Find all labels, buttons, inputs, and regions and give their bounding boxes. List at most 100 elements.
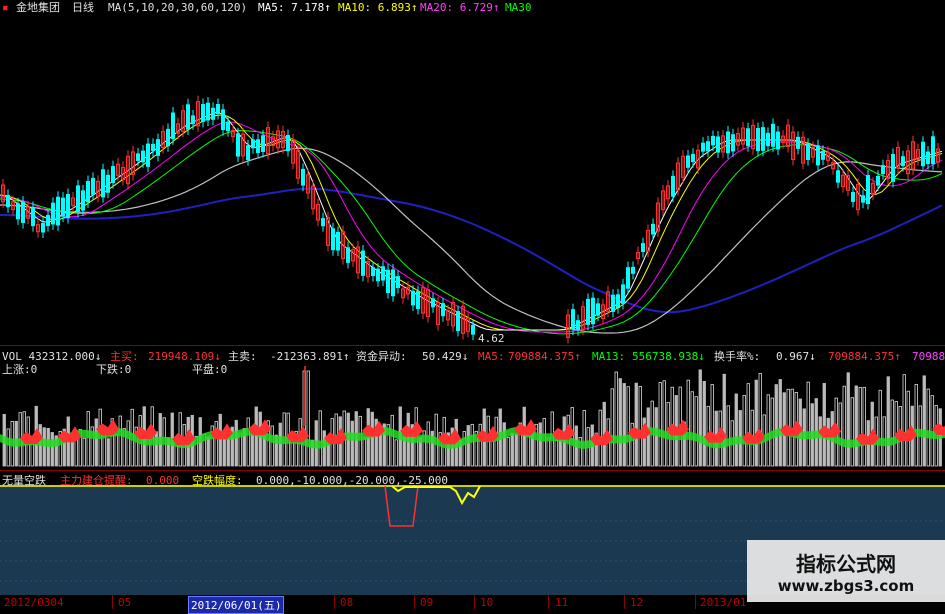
candle-body <box>16 203 20 220</box>
volume-bar <box>542 418 546 467</box>
volume-bar <box>206 436 210 467</box>
volume-bar <box>554 439 558 467</box>
axis-tick <box>112 595 113 609</box>
candle-body <box>226 121 230 132</box>
volume-bar <box>118 415 122 467</box>
candle-body <box>186 104 190 130</box>
volume-bar <box>842 385 846 467</box>
volume-bar <box>246 417 250 467</box>
date-label: 08 <box>340 596 354 609</box>
low-price-marker: 4.62 <box>478 332 505 345</box>
candle-body <box>596 303 600 316</box>
volume-bar <box>646 407 650 467</box>
volume-bar <box>818 416 822 467</box>
drop-range-label: 空跌幅度: <box>192 474 243 487</box>
date-label: 10 <box>480 596 494 609</box>
volume-bar <box>850 397 854 467</box>
volume-bar <box>766 394 770 467</box>
candle-body <box>21 201 25 223</box>
ma10-readout: MA10: 6.893↑ <box>338 1 418 14</box>
volume-bar <box>610 388 614 467</box>
main-force-value: 0.000 <box>146 474 180 487</box>
axis-tick <box>334 595 335 609</box>
vol-ma5-value: 709884.375↑ <box>508 350 581 363</box>
up-count: 上涨:0 <box>2 363 38 376</box>
buy-signal-mark <box>400 420 423 437</box>
volume-bar <box>42 427 46 467</box>
candle-body <box>56 196 60 226</box>
indicator-title: 无量空跌 <box>2 474 46 487</box>
vol-ma13-label: MA13: <box>592 350 626 363</box>
price-chart-panel[interactable]: ▪ 金地集团 日线 MA(5,10,20,30,60,120) MA5: 7.1… <box>0 0 945 345</box>
candle-body <box>616 294 620 309</box>
candle-body <box>391 269 395 297</box>
ma30-readout: MA30 <box>505 1 532 14</box>
volume-bar <box>846 372 850 467</box>
candle-body <box>881 165 885 175</box>
candle-body <box>286 134 290 152</box>
vol-ma13-value: 556738.938↓ <box>632 350 705 363</box>
ma60-line <box>0 147 943 334</box>
candle-body <box>86 180 90 203</box>
zhumaic-value: -212363.891↑ <box>270 350 350 363</box>
candle-body <box>166 128 170 147</box>
candle-body <box>211 107 215 120</box>
volume-bar <box>466 425 470 467</box>
turnover-value: 0.967↓ <box>776 350 816 363</box>
candle-body <box>206 102 210 121</box>
candle-body <box>346 247 350 263</box>
volume-bar <box>758 372 762 467</box>
candle-body <box>151 143 155 152</box>
candle-body <box>336 231 340 251</box>
candle-body <box>146 143 150 167</box>
candle-body <box>671 175 675 197</box>
candle-body <box>456 311 460 332</box>
volume-panel[interactable]: VOL 432312.000↓ 主买: 219948.109↓ 主卖: -212… <box>0 346 945 470</box>
volume-bar <box>922 375 926 467</box>
candle-body <box>576 320 580 331</box>
volume-bar <box>774 384 778 467</box>
candle-body <box>81 190 85 211</box>
zhumaic-label: 主卖: <box>228 350 257 363</box>
candle-body <box>716 136 720 153</box>
volume-bar <box>858 387 862 467</box>
candle-body <box>776 131 780 150</box>
date-label: 05 <box>118 596 132 609</box>
candle-body <box>136 153 140 161</box>
candle-body <box>256 139 260 153</box>
volume-bar <box>742 395 746 467</box>
volume-bar <box>754 379 758 467</box>
volume-bar <box>822 382 826 467</box>
zijin-label: 资金异动: <box>356 350 407 363</box>
vol-extra-value: 709884.375↑ <box>828 350 901 363</box>
volume-bar <box>854 385 858 467</box>
volume-bar <box>778 379 782 467</box>
candle-body <box>171 112 175 140</box>
candle-body <box>691 153 695 163</box>
candle-body <box>41 222 45 233</box>
ma120-line <box>0 187 943 314</box>
volume-bar <box>226 436 230 467</box>
candle-body <box>796 136 800 149</box>
vol-extra2-value: 709884 <box>912 350 945 363</box>
volume-bar <box>614 371 618 467</box>
volume-bar <box>546 437 550 467</box>
volume-bar <box>82 437 86 467</box>
volume-bar <box>350 420 354 467</box>
candle-body <box>731 134 735 152</box>
volume-bar <box>306 370 310 467</box>
volume-bar <box>502 422 506 467</box>
volume-bar <box>218 413 222 467</box>
candle-body <box>201 104 205 122</box>
candle-body <box>641 243 645 253</box>
candle-body <box>61 197 65 217</box>
vol-readout: VOL 432312.000↓ <box>2 350 102 363</box>
volume-bar <box>494 416 498 467</box>
candle-body <box>221 109 225 131</box>
volume-bar <box>698 369 702 467</box>
volume-bar <box>702 381 706 467</box>
volume-bar <box>914 383 918 467</box>
volume-bar <box>238 432 242 467</box>
candle-body <box>331 228 335 251</box>
candle-body <box>321 218 325 227</box>
